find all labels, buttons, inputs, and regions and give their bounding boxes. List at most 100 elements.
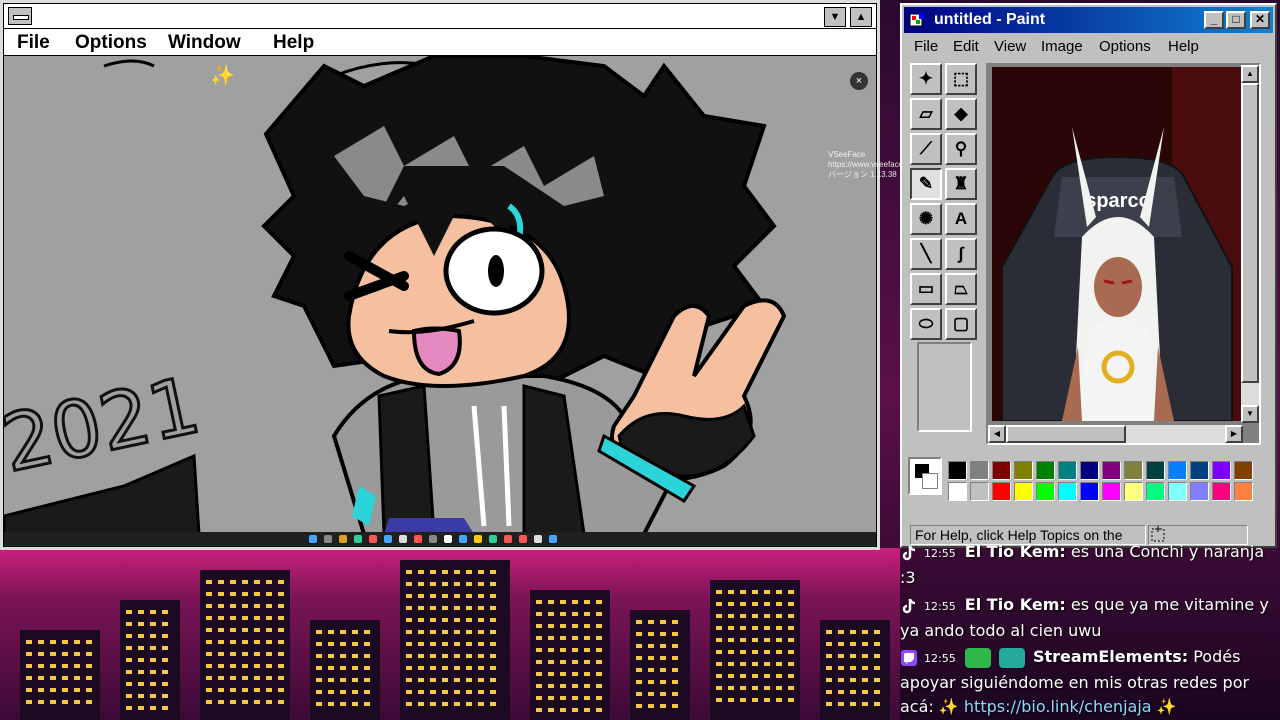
palette-swatch[interactable] bbox=[1190, 482, 1209, 501]
tool-text-icon[interactable]: A bbox=[945, 203, 977, 235]
paint-menu-options[interactable]: Options bbox=[1099, 38, 1151, 55]
paint-minimize-button[interactable]: _ bbox=[1204, 11, 1224, 29]
paint-canvas-area[interactable]: sparco ▲ ▼ ◀ ▶ bbox=[986, 63, 1261, 445]
palette-swatch[interactable] bbox=[1190, 461, 1209, 480]
paint-maximize-button[interactable]: □ bbox=[1226, 11, 1246, 29]
palette-swatch[interactable] bbox=[1168, 482, 1187, 501]
vertical-scrollbar[interactable]: ▲ ▼ bbox=[1241, 65, 1259, 423]
building bbox=[630, 610, 690, 720]
tool-eraser-icon[interactable]: ▱ bbox=[910, 98, 942, 130]
taskbar-app-icon[interactable] bbox=[339, 535, 347, 543]
palette-swatch[interactable] bbox=[1102, 461, 1121, 480]
palette-swatch[interactable] bbox=[1014, 461, 1033, 480]
tool-magnifier-icon[interactable]: ⚲ bbox=[945, 133, 977, 165]
palette-swatch[interactable] bbox=[1212, 482, 1231, 501]
paint-menu-help[interactable]: Help bbox=[1168, 38, 1199, 55]
background-city bbox=[0, 548, 900, 720]
chat-link[interactable]: https://bio.link/chenjaja bbox=[964, 697, 1152, 716]
horizontal-scroll-thumb[interactable] bbox=[1006, 425, 1126, 443]
system-menu-button[interactable] bbox=[8, 7, 32, 25]
taskbar-app-icon[interactable] bbox=[369, 535, 377, 543]
palette-swatch[interactable] bbox=[992, 461, 1011, 480]
palette-swatch[interactable] bbox=[1212, 461, 1231, 480]
palette-swatch[interactable] bbox=[970, 482, 989, 501]
taskbar-app-icon[interactable] bbox=[309, 535, 317, 543]
paint-menu-edit[interactable]: Edit bbox=[953, 38, 979, 55]
tool-pick-color-icon[interactable]: ⟋ bbox=[910, 133, 942, 165]
palette-swatch[interactable] bbox=[1036, 482, 1055, 501]
menu-file[interactable]: File bbox=[17, 32, 50, 54]
menu-window[interactable]: Window bbox=[168, 32, 241, 54]
paint-menu-view[interactable]: View bbox=[994, 38, 1026, 55]
taskbar-app-icon[interactable] bbox=[534, 535, 542, 543]
palette-swatch[interactable] bbox=[1036, 461, 1055, 480]
palette-swatch[interactable] bbox=[948, 461, 967, 480]
tool-pencil-icon[interactable]: ✎ bbox=[910, 168, 942, 200]
taskbar-app-icon[interactable] bbox=[414, 535, 422, 543]
tool-brush-icon[interactable]: ♜ bbox=[945, 168, 977, 200]
taskbar-app-icon[interactable] bbox=[354, 535, 362, 543]
paint-menu-image[interactable]: Image bbox=[1041, 38, 1083, 55]
tool-rounded-rectangle-icon[interactable]: ▢ bbox=[945, 308, 977, 340]
menu-options[interactable]: Options bbox=[75, 32, 147, 54]
palette-swatch[interactable] bbox=[992, 482, 1011, 501]
paint-close-button[interactable]: ✕ bbox=[1250, 11, 1270, 29]
tool-rectangle-icon[interactable]: ▭ bbox=[910, 273, 942, 305]
twitch-icon bbox=[901, 649, 917, 666]
minimize-button[interactable]: ▼ bbox=[824, 7, 846, 27]
palette-swatch[interactable] bbox=[1168, 461, 1187, 480]
taskbar-app-icon[interactable] bbox=[459, 535, 467, 543]
maximize-button[interactable]: ▲ bbox=[850, 7, 872, 27]
taskbar-app-icon[interactable] bbox=[444, 535, 452, 543]
scroll-right-arrow-icon[interactable]: ▶ bbox=[1225, 425, 1243, 443]
tool-airbrush-icon[interactable]: ✺ bbox=[910, 203, 942, 235]
vertical-scroll-thumb[interactable] bbox=[1241, 83, 1259, 383]
taskbar-app-icon[interactable] bbox=[384, 535, 392, 543]
background-color bbox=[922, 473, 938, 489]
tool-line-icon[interactable]: ╲ bbox=[910, 238, 942, 270]
current-colors[interactable] bbox=[908, 457, 942, 495]
palette-swatch[interactable] bbox=[1058, 461, 1077, 480]
tool-ellipse-icon[interactable]: ⬭ bbox=[910, 308, 942, 340]
taskbar-app-icon[interactable] bbox=[504, 535, 512, 543]
taskbar-app-icon[interactable] bbox=[489, 535, 497, 543]
palette-swatch[interactable] bbox=[1124, 482, 1143, 501]
taskbar-app-icon[interactable] bbox=[324, 535, 332, 543]
taskbar-app-icon[interactable] bbox=[399, 535, 407, 543]
drawing-title-bar[interactable]: ▼ ▲ bbox=[4, 4, 876, 29]
menu-help[interactable]: Help bbox=[273, 32, 314, 54]
tool-free-form-select-icon[interactable]: ✦ bbox=[910, 63, 942, 95]
palette-swatch[interactable] bbox=[1146, 461, 1165, 480]
tool-options-box[interactable] bbox=[917, 342, 972, 432]
scroll-down-arrow-icon[interactable]: ▼ bbox=[1241, 405, 1259, 423]
palette-swatch[interactable] bbox=[1080, 482, 1099, 501]
taskbar-app-icon[interactable] bbox=[519, 535, 527, 543]
tool-polygon-icon[interactable]: ⏢ bbox=[945, 273, 977, 305]
palette-swatch[interactable] bbox=[948, 482, 967, 501]
palette-swatch[interactable] bbox=[1146, 482, 1165, 501]
taskbar-app-icon[interactable] bbox=[474, 535, 482, 543]
horizontal-scrollbar[interactable]: ◀ ▶ bbox=[988, 425, 1243, 443]
palette-swatch[interactable] bbox=[1234, 482, 1253, 501]
drawing-canvas[interactable]: ✨ 2021 bbox=[4, 56, 876, 534]
chat-username: StreamElements: bbox=[1032, 647, 1189, 666]
palette-swatch[interactable] bbox=[1058, 482, 1077, 501]
palette-swatch[interactable] bbox=[1124, 461, 1143, 480]
paint-menu-file[interactable]: File bbox=[914, 38, 938, 55]
tool-select-icon[interactable]: ⬚ bbox=[945, 63, 977, 95]
character-drawing: ✨ 2021 bbox=[4, 56, 787, 534]
paint-title-bar[interactable]: untitled - Paint _ □ ✕ bbox=[904, 7, 1273, 33]
scroll-up-arrow-icon[interactable]: ▲ bbox=[1241, 65, 1259, 83]
building bbox=[200, 570, 290, 720]
tool-curve-icon[interactable]: ∫ bbox=[945, 238, 977, 270]
taskbar-app-icon[interactable] bbox=[549, 535, 557, 543]
scroll-left-arrow-icon[interactable]: ◀ bbox=[988, 425, 1006, 443]
palette-swatch[interactable] bbox=[1014, 482, 1033, 501]
taskbar-app-icon[interactable] bbox=[429, 535, 437, 543]
palette-swatch[interactable] bbox=[1102, 482, 1121, 501]
tool-fill-icon[interactable]: ◆ bbox=[945, 98, 977, 130]
overlay-close-button[interactable]: × bbox=[850, 72, 868, 90]
palette-swatch[interactable] bbox=[970, 461, 989, 480]
palette-swatch[interactable] bbox=[1234, 461, 1253, 480]
palette-swatch[interactable] bbox=[1080, 461, 1099, 480]
